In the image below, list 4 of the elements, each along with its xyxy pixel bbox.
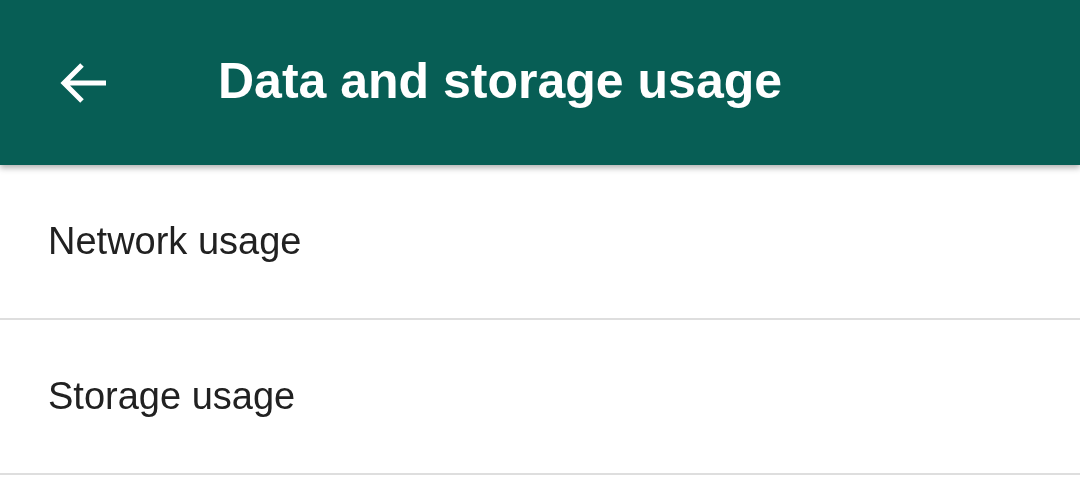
- settings-item[interactable]: Network usage: [0, 165, 1080, 320]
- back-arrow-icon[interactable]: [60, 62, 108, 103]
- screen-title: Data and storage usage: [218, 51, 783, 110]
- settings-item[interactable]: Storage usage: [0, 320, 1080, 475]
